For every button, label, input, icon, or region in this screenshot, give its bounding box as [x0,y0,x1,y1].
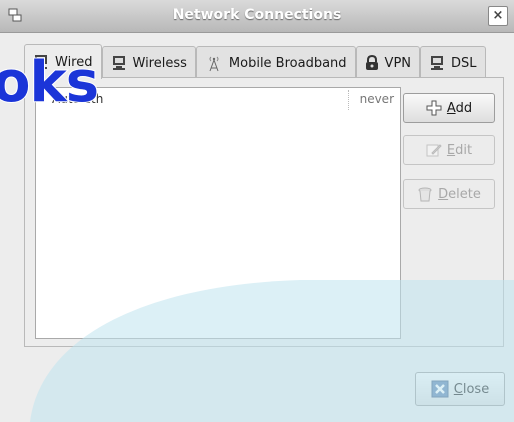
column-separator [348,90,349,110]
delete-button[interactable]: Delete [403,179,495,209]
close-button[interactable]: Close [415,372,505,406]
title-bar: Network Connections × [0,0,514,33]
connection-last-used: never [359,92,394,106]
add-button[interactable]: Add [403,93,495,123]
tab-label: DSL [451,55,477,71]
lock-icon [365,55,378,70]
connection-list[interactable]: Auto eth never [35,87,401,339]
wireless-icon [112,56,125,70]
window-title: Network Connections [172,7,342,23]
close-button-label: Close [453,381,490,397]
tab-dsl[interactable]: DSL [420,46,486,79]
tab-label: Wireless [132,55,187,71]
close-icon [431,380,449,398]
watermark-text: oks [0,49,100,116]
tab-label: VPN [384,55,412,71]
plus-icon [426,100,442,116]
add-button-label: Add [446,100,473,116]
delete-button-label: Delete [438,186,481,202]
tab-mobile-broadband[interactable]: Mobile Broadband [195,46,356,79]
edit-icon [426,144,442,157]
window-close-button[interactable]: × [488,6,508,26]
edit-button[interactable]: Edit [403,135,495,165]
edit-button-label: Edit [446,142,473,158]
tab-label: Mobile Broadband [228,55,347,71]
wired-tab-panel: Auto eth never Add Edit Delete [24,77,504,347]
antenna-icon [209,56,219,72]
tab-wireless[interactable]: Wireless [101,46,196,79]
dsl-icon [431,56,444,70]
trash-icon [418,187,432,202]
tab-vpn[interactable]: VPN [355,46,421,79]
